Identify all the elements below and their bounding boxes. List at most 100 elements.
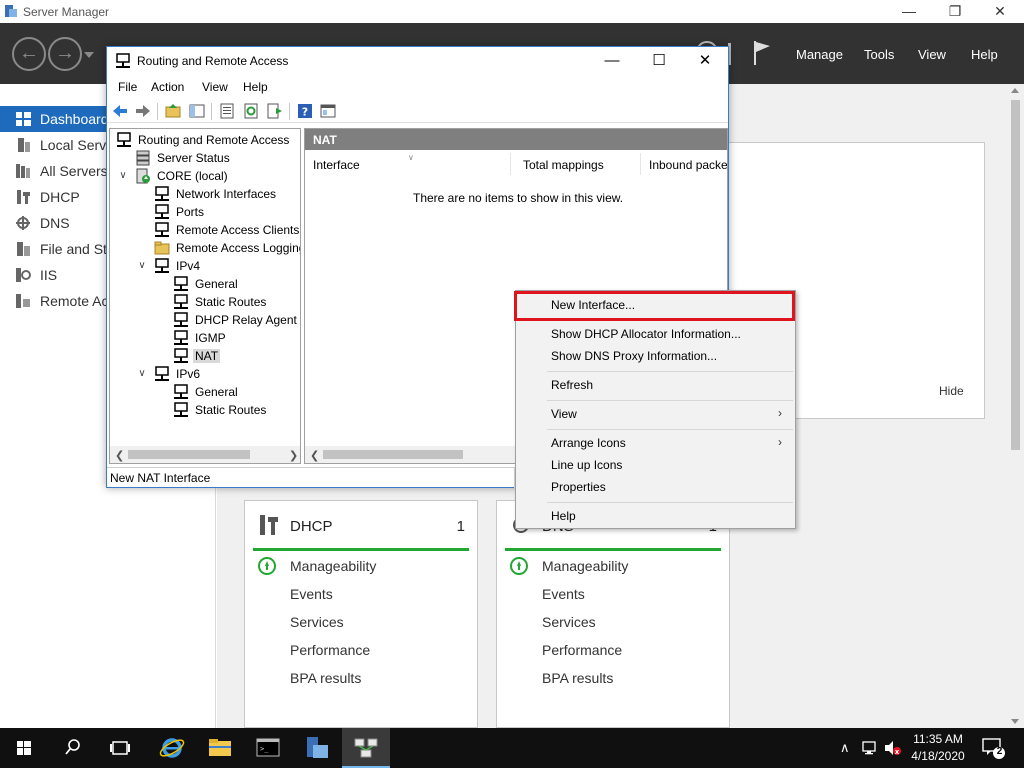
- search-button[interactable]: [48, 728, 96, 768]
- refresh-icon[interactable]: [243, 103, 259, 119]
- notification-count-badge: 2: [996, 746, 1003, 757]
- column-header-inbound-packets[interactable]: Inbound packets translated: [641, 153, 727, 175]
- forward-arrow-icon[interactable]: [135, 103, 151, 119]
- menu-item-view[interactable]: View ›: [516, 403, 795, 425]
- clock-time[interactable]: 11:35 AM: [906, 732, 970, 746]
- toolbar-separator: [157, 103, 158, 120]
- column-header-total-mappings[interactable]: Total mappings: [515, 153, 641, 175]
- taskbar-internet-explorer[interactable]: [148, 728, 196, 768]
- taskbar-file-explorer[interactable]: [196, 728, 244, 768]
- menu-separator: [547, 371, 793, 372]
- iis-icon: [16, 268, 31, 282]
- tile-row-manageability[interactable]: Manageability: [290, 558, 376, 574]
- menu-help[interactable]: Help: [971, 47, 998, 62]
- ipv4-icon: [155, 258, 169, 273]
- up-folder-icon[interactable]: [165, 103, 181, 119]
- menu-view[interactable]: View: [918, 47, 946, 62]
- show-hide-action-pane-icon[interactable]: [320, 103, 336, 119]
- history-dropdown-icon[interactable]: [84, 52, 94, 58]
- tree-hscrollbar[interactable]: ❮ ❯: [110, 446, 300, 463]
- menu-item-line-up-icons[interactable]: Line up Icons: [516, 454, 795, 476]
- notifications-flag-icon[interactable]: [752, 40, 772, 66]
- menu-item-help[interactable]: Help: [516, 505, 795, 527]
- show-hide-tree-icon[interactable]: [189, 103, 205, 119]
- network-icon: [155, 186, 169, 201]
- menu-file[interactable]: File: [118, 80, 137, 94]
- tile-row-services[interactable]: Services: [290, 614, 344, 630]
- rras-close-button[interactable]: ✕: [682, 47, 728, 76]
- menu-action[interactable]: Action: [151, 80, 184, 94]
- toolbar-separator: [289, 103, 290, 120]
- tile-row-bpa-results[interactable]: BPA results: [290, 670, 361, 686]
- collapse-chevron-icon[interactable]: ∨: [137, 369, 147, 379]
- windows-logo-icon: [17, 741, 31, 755]
- console-tree[interactable]: Routing and Remote Access Server Status …: [109, 128, 301, 464]
- properties-icon[interactable]: [219, 103, 235, 119]
- tile-row-bpa-results[interactable]: BPA results: [542, 670, 613, 686]
- network-tray-icon[interactable]: [862, 740, 878, 756]
- tile-row-events[interactable]: Events: [290, 586, 333, 602]
- scroll-right-icon[interactable]: ❯: [289, 449, 298, 462]
- taskbar-server-manager[interactable]: [294, 728, 342, 768]
- menu-manage[interactable]: Manage: [796, 47, 843, 62]
- svg-text:x: x: [895, 748, 900, 756]
- menu-item-properties[interactable]: Properties: [516, 476, 795, 498]
- scroll-thumb[interactable]: [128, 450, 250, 459]
- close-button[interactable]: ✕: [977, 0, 1023, 23]
- menu-item-refresh[interactable]: Refresh: [516, 374, 795, 396]
- tile-status-bar: [253, 548, 469, 551]
- svg-text:>_: >_: [260, 745, 269, 753]
- minimize-button[interactable]: —: [886, 0, 932, 23]
- svg-text:?: ?: [302, 106, 308, 119]
- tile-row-services[interactable]: Services: [542, 614, 596, 630]
- routes-icon: [174, 294, 188, 309]
- tile-row-manageability[interactable]: Manageability: [542, 558, 628, 574]
- help-icon[interactable]: ?: [297, 103, 313, 119]
- scroll-thumb[interactable]: [1011, 100, 1020, 450]
- dhcp-tile[interactable]: DHCP 1 Manageability Events Services Per…: [244, 500, 478, 728]
- menu-help[interactable]: Help: [243, 80, 268, 94]
- collapse-chevron-icon[interactable]: ∨: [137, 261, 147, 271]
- scroll-left-icon[interactable]: ❮: [310, 449, 319, 462]
- export-list-icon[interactable]: [267, 103, 283, 119]
- tile-status-bar: [505, 548, 721, 551]
- scroll-down-icon[interactable]: [1011, 719, 1019, 724]
- tile-count: 1: [456, 518, 465, 535]
- tile-title: DHCP: [290, 518, 333, 535]
- menu-item-show-dhcp-allocator[interactable]: Show DHCP Allocator Information...: [516, 323, 795, 345]
- volume-muted-icon[interactable]: x: [884, 740, 902, 756]
- taskbar-rras[interactable]: [342, 728, 390, 768]
- menu-view[interactable]: View: [202, 80, 228, 94]
- submenu-chevron-icon: ›: [778, 406, 782, 420]
- start-button[interactable]: [0, 728, 48, 768]
- forward-button[interactable]: →: [48, 37, 82, 71]
- scroll-up-icon[interactable]: [1011, 88, 1019, 93]
- tile-row-performance[interactable]: Performance: [542, 642, 622, 658]
- tile-row-events[interactable]: Events: [542, 586, 585, 602]
- network-icon: [354, 738, 378, 758]
- clock-date[interactable]: 4/18/2020: [906, 749, 970, 763]
- action-center-button[interactable]: 2: [982, 736, 1006, 760]
- scroll-left-icon[interactable]: ❮: [115, 449, 124, 462]
- tray-show-hidden-icon[interactable]: ∧: [840, 740, 850, 756]
- scroll-thumb[interactable]: [323, 450, 463, 459]
- dns-tile[interactable]: DNS 1 Manageability Events Services Perf…: [496, 500, 730, 728]
- menu-tools[interactable]: Tools: [864, 47, 894, 62]
- server-manager-icon: [5, 5, 17, 17]
- hide-link[interactable]: Hide: [939, 384, 964, 398]
- dashboard-scrollbar[interactable]: [1007, 84, 1024, 728]
- task-view-icon: [110, 741, 130, 755]
- back-button[interactable]: ←: [12, 37, 46, 71]
- task-view-button[interactable]: [96, 728, 144, 768]
- taskbar-command-prompt[interactable]: >_: [244, 728, 292, 768]
- tile-row-performance[interactable]: Performance: [290, 642, 370, 658]
- menu-item-arrange-icons[interactable]: Arrange Icons ›: [516, 432, 795, 454]
- rras-minimize-button[interactable]: —: [589, 47, 635, 76]
- maximize-button[interactable]: ❐: [932, 0, 978, 23]
- back-arrow-icon[interactable]: [112, 103, 128, 119]
- collapse-chevron-icon[interactable]: ∨: [118, 171, 128, 181]
- rras-maximize-button[interactable]: ☐: [636, 47, 682, 76]
- relay-icon: [174, 312, 188, 327]
- context-menu: New Interface... Show DHCP Allocator Inf…: [514, 290, 796, 529]
- menu-item-show-dns-proxy[interactable]: Show DNS Proxy Information...: [516, 345, 795, 367]
